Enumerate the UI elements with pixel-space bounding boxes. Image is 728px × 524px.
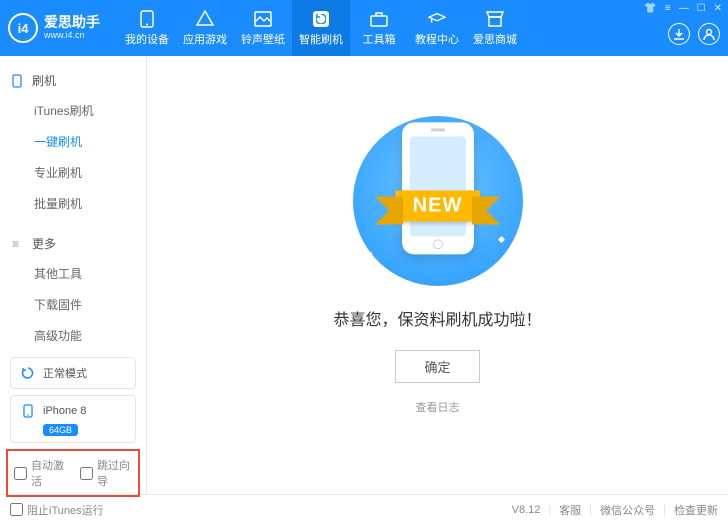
tab-label: 铃声壁纸 xyxy=(241,31,285,47)
sidebar-item-batch-flash[interactable]: 批量刷机 xyxy=(0,188,146,219)
sidebar-section-more[interactable]: ≡ 更多 xyxy=(0,229,146,258)
tab-label: 工具箱 xyxy=(363,31,396,47)
mode-indicator[interactable]: 正常模式 xyxy=(10,357,136,389)
new-ribbon: NEW xyxy=(395,191,481,222)
sidebar: 刷机 iTunes刷机 一键刷机 专业刷机 批量刷机 ≡ 更多 其他工具 下载固… xyxy=(0,56,147,494)
main-content: NEW 恭喜您，保资料刷机成功啦！ 确定 查看日志 xyxy=(147,56,728,494)
footer-link-update[interactable]: 检查更新 xyxy=(674,502,718,518)
tab-apps[interactable]: 应用游戏 xyxy=(176,0,234,56)
tab-label: 爱思商城 xyxy=(473,31,517,47)
top-tabs: 我的设备 应用游戏 铃声壁纸 智能刷机 工具箱 教程中心 爱思商城 xyxy=(118,0,524,56)
storage-badge: 64GB xyxy=(43,424,78,436)
tab-my-device[interactable]: 我的设备 xyxy=(118,0,176,56)
tab-label: 应用游戏 xyxy=(183,31,227,47)
brand-name: 爱思助手 xyxy=(44,15,100,30)
sidebar-item-other-tools[interactable]: 其他工具 xyxy=(0,258,146,289)
refresh-icon xyxy=(19,364,37,382)
logo-icon: i4 xyxy=(8,13,38,43)
view-log-link[interactable]: 查看日志 xyxy=(416,399,460,415)
wallpaper-icon xyxy=(254,10,272,28)
device-icon xyxy=(19,402,37,420)
device-icon xyxy=(138,10,156,28)
section-title: 更多 xyxy=(32,235,56,252)
ok-button[interactable]: 确定 xyxy=(395,350,479,383)
mode-label: 正常模式 xyxy=(43,365,87,381)
skin-icon[interactable]: 👕 xyxy=(644,3,656,14)
tab-toolbox[interactable]: 工具箱 xyxy=(350,0,408,56)
success-message: 恭喜您，保资料刷机成功啦！ xyxy=(333,306,541,330)
store-icon xyxy=(486,10,504,28)
sidebar-item-itunes-flash[interactable]: iTunes刷机 xyxy=(0,95,146,126)
brand-logo: i4 爱思助手 www.i4.cn xyxy=(8,13,100,43)
apps-icon xyxy=(196,10,214,28)
footer-link-wechat[interactable]: 微信公众号 xyxy=(600,502,655,518)
skip-guide-checkbox[interactable]: 跳过向导 xyxy=(80,457,132,489)
tab-ringtones[interactable]: 铃声壁纸 xyxy=(234,0,292,56)
sidebar-item-oneclick-flash[interactable]: 一键刷机 xyxy=(0,126,146,157)
app-header: i4 爱思助手 www.i4.cn 我的设备 应用游戏 铃声壁纸 智能刷机 工具… xyxy=(0,0,728,56)
phone-icon xyxy=(12,74,26,88)
sidebar-item-advanced[interactable]: 高级功能 xyxy=(0,320,146,351)
brand-url: www.i4.cn xyxy=(44,31,100,41)
tab-store[interactable]: 爱思商城 xyxy=(466,0,524,56)
success-illustration: NEW xyxy=(328,96,548,286)
auto-activate-checkbox[interactable]: 自动激活 xyxy=(14,457,66,489)
device-name: iPhone 8 xyxy=(43,405,86,417)
download-button[interactable] xyxy=(668,23,690,45)
sidebar-section-flash[interactable]: 刷机 xyxy=(0,66,146,95)
user-button[interactable] xyxy=(698,23,720,45)
tutorial-icon xyxy=(428,10,446,28)
tab-tutorials[interactable]: 教程中心 xyxy=(408,0,466,56)
flash-icon xyxy=(312,10,330,28)
tab-flash[interactable]: 智能刷机 xyxy=(292,0,350,56)
sidebar-item-download-firmware[interactable]: 下载固件 xyxy=(0,289,146,320)
more-icon: ≡ xyxy=(12,237,26,251)
sidebar-item-pro-flash[interactable]: 专业刷机 xyxy=(0,157,146,188)
device-indicator[interactable]: iPhone 8 64GB xyxy=(10,395,136,443)
section-title: 刷机 xyxy=(32,72,56,89)
tab-label: 智能刷机 xyxy=(299,31,343,47)
tab-label: 我的设备 xyxy=(125,31,169,47)
tab-label: 教程中心 xyxy=(415,31,459,47)
block-itunes-checkbox[interactable]: 阻止iTunes运行 xyxy=(10,502,104,518)
footer-link-support[interactable]: 客服 xyxy=(559,502,581,518)
toolbox-icon xyxy=(370,10,388,28)
options-highlight-box: 自动激活 跳过向导 xyxy=(6,449,140,497)
version-label: V8.12 xyxy=(512,504,541,516)
